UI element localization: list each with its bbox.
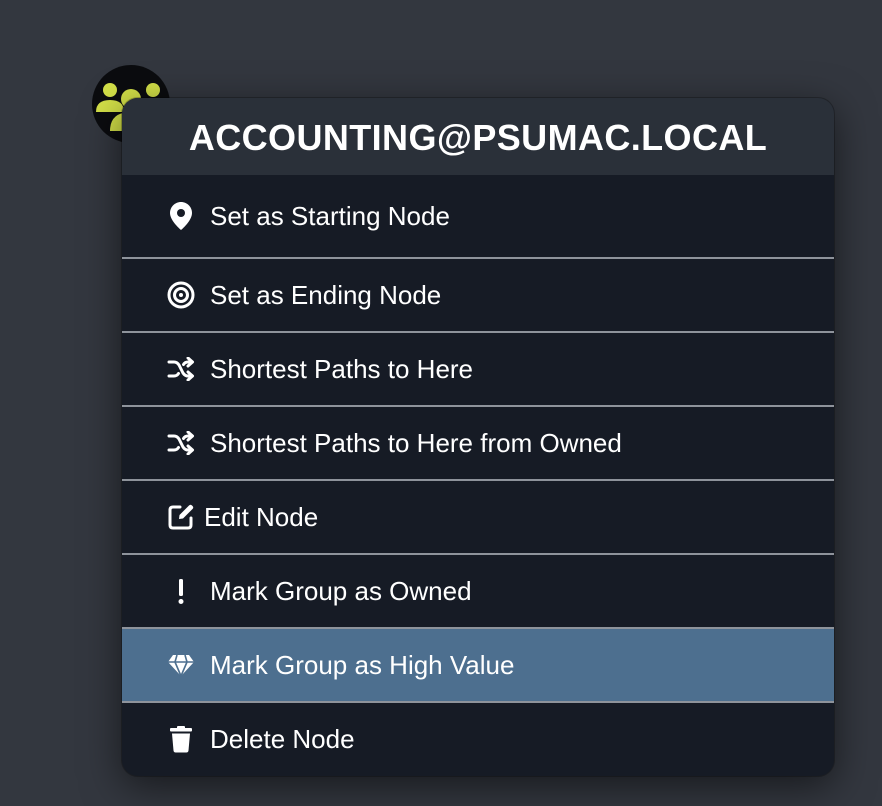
menu-item-label: Set as Starting Node [210,200,450,231]
menu-item-label: Set as Ending Node [210,279,442,310]
edit-icon [166,502,196,532]
gem-icon [166,650,196,680]
shuffle-icon [166,354,196,384]
exclamation-icon [166,576,196,606]
menu-item-mark-high-value[interactable]: Mark Group as High Value [122,627,834,701]
shuffle-icon [166,428,196,458]
menu-item-mark-owned[interactable]: Mark Group as Owned [122,553,834,627]
menu-item-shortest-paths-from-owned[interactable]: Shortest Paths to Here from Owned [122,405,834,479]
menu-item-label: Mark Group as High Value [210,649,515,680]
menu-items: Set as Starting Node Set as Ending Node [122,175,834,775]
target-icon [166,280,196,310]
menu-item-set-ending-node[interactable]: Set as Ending Node [122,257,834,331]
menu-item-shortest-paths[interactable]: Shortest Paths to Here [122,331,834,405]
trash-icon [166,724,196,754]
menu-item-label: Mark Group as Owned [210,575,472,606]
menu-item-edit-node[interactable]: Edit Node [122,479,834,553]
menu-item-set-starting-node[interactable]: Set as Starting Node [122,175,834,257]
map-marker-icon [166,201,196,231]
menu-item-label: Shortest Paths to Here [210,353,474,384]
menu-item-label: Edit Node [204,501,319,532]
context-menu: ACCOUNTING@PSUMAC.LOCAL Set as Starting … [122,98,834,776]
menu-item-label: Shortest Paths to Here from Owned [210,427,622,458]
menu-title: ACCOUNTING@PSUMAC.LOCAL [122,98,834,175]
menu-item-delete-node[interactable]: Delete Node [122,701,834,775]
menu-item-label: Delete Node [210,723,355,754]
